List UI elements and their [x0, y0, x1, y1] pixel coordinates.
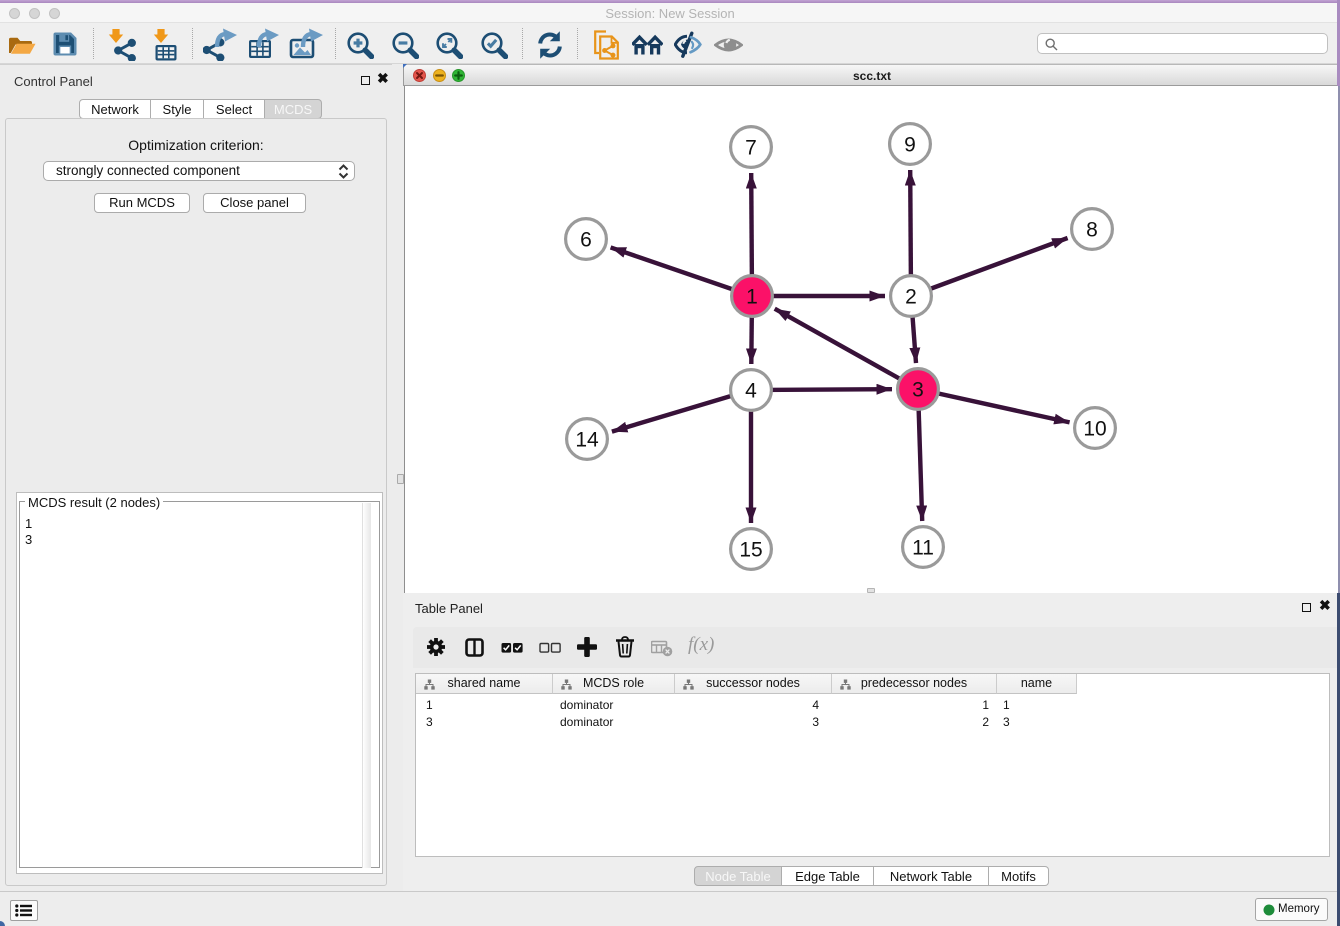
svg-text:1: 1 — [746, 286, 758, 309]
svg-text:11: 11 — [912, 537, 934, 560]
svg-text:4: 4 — [745, 380, 757, 403]
svg-text:8: 8 — [1086, 219, 1098, 242]
svg-text:14: 14 — [575, 429, 599, 452]
svg-text:7: 7 — [745, 137, 757, 160]
svg-text:10: 10 — [1083, 418, 1106, 441]
svg-text:15: 15 — [739, 539, 762, 562]
svg-text:6: 6 — [580, 229, 592, 252]
svg-text:3: 3 — [912, 379, 924, 402]
svg-text:9: 9 — [904, 134, 916, 157]
svg-text:2: 2 — [905, 286, 917, 309]
